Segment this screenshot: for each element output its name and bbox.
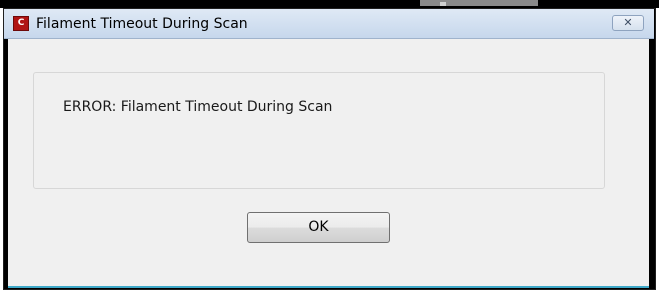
close-button[interactable]: ✕ — [612, 15, 644, 31]
background-window-bar — [420, 0, 538, 6]
ok-button[interactable]: OK — [247, 212, 390, 243]
background-window-detail — [440, 2, 446, 6]
dialog-titlebar[interactable]: C Filament Timeout During Scan ✕ — [4, 9, 654, 39]
app-logo-icon: C — [13, 16, 29, 31]
message-panel — [33, 72, 605, 189]
window-bottom-edge — [8, 286, 649, 288]
error-message: ERROR: Filament Timeout During Scan — [63, 99, 333, 115]
background-window-strip — [0, 0, 659, 8]
dialog-title: Filament Timeout During Scan — [36, 16, 248, 32]
close-icon: ✕ — [623, 16, 633, 29]
